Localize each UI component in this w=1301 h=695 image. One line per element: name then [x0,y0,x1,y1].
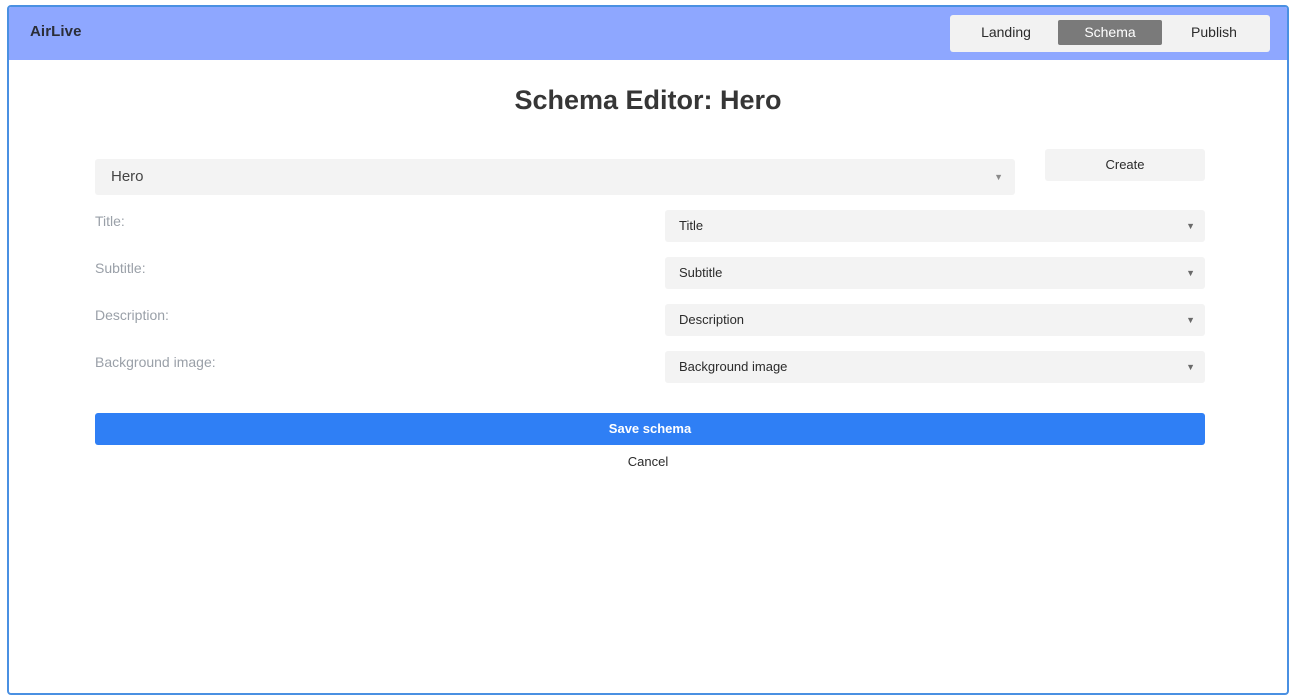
schema-select-value: Hero [111,168,144,185]
nav-tabs: Landing Schema Publish [950,15,1270,52]
field-select-title[interactable]: Title ▼ [665,210,1205,242]
field-label-title: Title: [95,213,125,229]
top-header: AirLive Landing Schema Publish [9,7,1287,60]
caret-down-icon: ▼ [1186,315,1195,325]
field-select-subtitle[interactable]: Subtitle ▼ [665,257,1205,289]
tab-schema[interactable]: Schema [1058,20,1162,45]
brand-logo[interactable]: AirLive [30,23,82,40]
save-schema-button[interactable]: Save schema [95,413,1205,445]
field-select-value: Description [679,312,745,327]
field-select-description[interactable]: Description ▼ [665,304,1205,336]
caret-down-icon: ▼ [1186,362,1195,372]
field-label-background-image: Background image: [95,354,216,370]
schema-select[interactable]: Hero ▼ [95,159,1015,195]
field-label-subtitle: Subtitle: [95,260,146,276]
field-select-value: Background image [679,359,788,374]
field-select-value: Subtitle [679,265,723,280]
create-button[interactable]: Create [1045,149,1205,181]
field-label-description: Description: [95,307,169,323]
cancel-button[interactable]: Cancel [9,454,1287,469]
app-window: AirLive Landing Schema Publish Schema Ed… [7,5,1289,695]
caret-down-icon: ▼ [1186,221,1195,231]
field-select-value: Title [679,218,704,233]
caret-down-icon: ▼ [994,172,1003,182]
field-select-background-image[interactable]: Background image ▼ [665,351,1205,383]
caret-down-icon: ▼ [1186,268,1195,278]
page-title: Schema Editor: Hero [514,85,782,115]
tab-landing[interactable]: Landing [954,20,1058,45]
tab-publish[interactable]: Publish [1162,20,1266,45]
